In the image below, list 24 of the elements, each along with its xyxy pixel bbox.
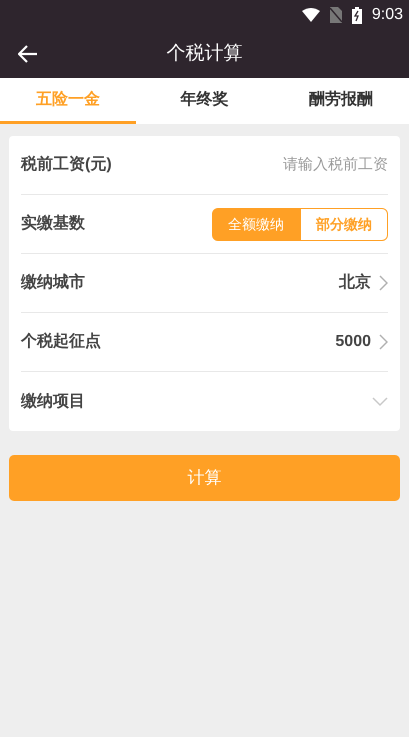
chevron-right-icon (379, 334, 388, 350)
status-time: 9:03 (372, 5, 403, 25)
tab[interactable]: 酬劳报酬 (272, 78, 409, 124)
page-title: 个税计算 (166, 42, 242, 66)
field-label: 缴纳项目 (21, 392, 85, 412)
chevron-right-icon (379, 275, 388, 291)
form-row[interactable]: 个税起征点 5000 (21, 313, 388, 372)
form-row[interactable]: 税前工资(元) 请输入税前工资 (21, 136, 388, 195)
form-row[interactable]: 缴纳城市 北京 (21, 254, 388, 313)
field-value: 5000 (335, 332, 371, 352)
field-label: 税前工资(元) (21, 154, 112, 175)
battery-charging-icon (352, 6, 362, 24)
salary-input-field[interactable]: 请输入税前工资 (238, 154, 388, 176)
field-label: 缴纳城市 (21, 272, 85, 293)
field-value: 北京 (339, 272, 371, 293)
back-arrow-icon (18, 45, 38, 63)
wifi-icon (302, 8, 320, 22)
chevron-down-icon (372, 396, 388, 406)
field-label: 实缴基数 (21, 213, 85, 234)
field-label: 个税起征点 (21, 331, 101, 352)
back-button[interactable] (16, 43, 40, 65)
form-row[interactable]: 缴纳项目 (21, 372, 388, 431)
tab[interactable]: 年终奖 (136, 78, 273, 124)
no-sim-icon (330, 7, 342, 23)
